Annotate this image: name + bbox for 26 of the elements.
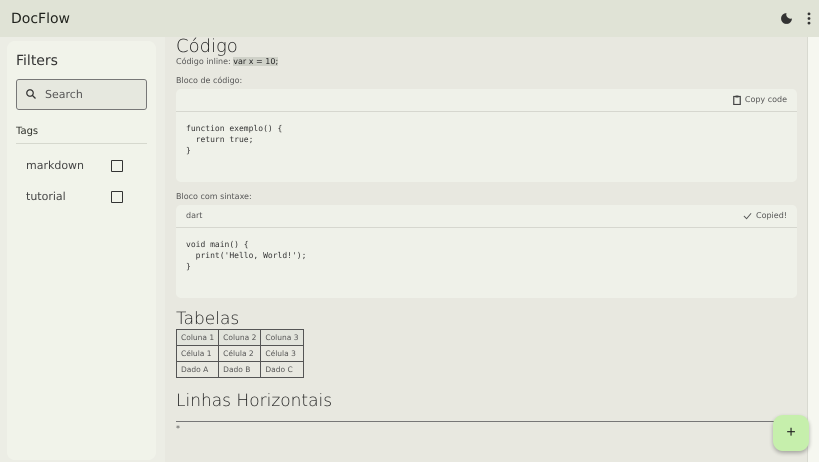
search-field[interactable]: Search: [16, 79, 147, 110]
section-heading: Tabelas: [176, 310, 240, 328]
code-text: void main() { print('Hello, World!'); }: [185, 238, 308, 273]
section-heading: Código: [176, 37, 239, 57]
inline-code-text: Código inline: var x = 10;: [176, 56, 278, 66]
copied-status[interactable]: Copied!: [743, 211, 787, 220]
section-heading: Linhas Horizontais: [176, 392, 334, 412]
add-button[interactable]: +: [773, 415, 809, 451]
more-menu-icon[interactable]: [807, 12, 811, 25]
code-text: function exemplo() { return true; }: [185, 122, 284, 157]
app-title: DocFlow: [11, 10, 72, 26]
tag-label: tutorial: [26, 190, 66, 203]
language-label: dart: [186, 211, 202, 220]
block-label: Bloco com sintaxe:: [176, 192, 252, 201]
block-label: Bloco de código:: [176, 76, 242, 85]
filters-title: Filters: [16, 53, 59, 69]
rule-note: *: [176, 424, 180, 434]
search-icon: [25, 88, 37, 100]
check-icon: [743, 212, 752, 220]
tag-checkbox[interactable]: [111, 160, 123, 172]
clipboard-icon: [732, 94, 741, 105]
tag-checkbox[interactable]: [111, 190, 123, 202]
dark-mode-icon[interactable]: [780, 12, 793, 25]
tags-label: Tags: [16, 126, 147, 144]
tag-label: markdown: [26, 159, 84, 172]
copy-code-button[interactable]: Copy code: [732, 94, 787, 105]
